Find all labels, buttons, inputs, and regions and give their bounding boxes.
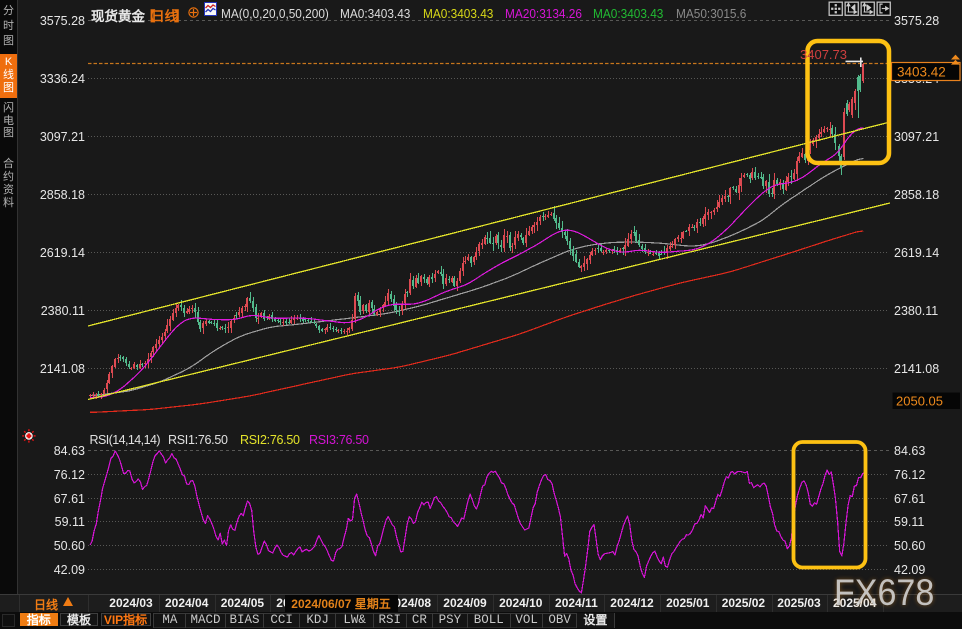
svg-text:76.12: 76.12 xyxy=(54,468,85,482)
svg-text:3097.21: 3097.21 xyxy=(40,130,85,144)
svg-text:2858.18: 2858.18 xyxy=(894,188,939,202)
svg-text:3403.42: 3403.42 xyxy=(897,65,946,80)
svg-text:RSI(14,14,14): RSI(14,14,14) xyxy=(90,433,161,447)
svg-text:2050.05: 2050.05 xyxy=(896,394,943,409)
svg-text:3407.73: 3407.73 xyxy=(800,47,847,62)
svg-text:42.09: 42.09 xyxy=(54,563,85,577)
svg-text:67.61: 67.61 xyxy=(894,492,925,506)
svg-text:50.60: 50.60 xyxy=(894,539,925,553)
svg-text:3336.24: 3336.24 xyxy=(40,72,85,86)
svg-text:2141.08: 2141.08 xyxy=(40,362,85,376)
svg-text:3575.28: 3575.28 xyxy=(894,14,939,28)
svg-text:84.63: 84.63 xyxy=(54,444,85,458)
svg-text:2858.18: 2858.18 xyxy=(40,188,85,202)
svg-text:3575.28: 3575.28 xyxy=(40,14,85,28)
svg-text:3097.21: 3097.21 xyxy=(894,130,939,144)
svg-text:2141.08: 2141.08 xyxy=(894,362,939,376)
svg-text:76.12: 76.12 xyxy=(894,468,925,482)
svg-text:RSI3:76.50: RSI3:76.50 xyxy=(309,433,369,447)
svg-text:2380.11: 2380.11 xyxy=(894,304,938,318)
svg-text:84.63: 84.63 xyxy=(894,444,925,458)
svg-text:50.60: 50.60 xyxy=(54,539,85,553)
svg-text:2619.14: 2619.14 xyxy=(40,246,85,260)
svg-text:2619.14: 2619.14 xyxy=(894,246,939,260)
svg-text:2380.11: 2380.11 xyxy=(41,304,85,318)
svg-text:59.11: 59.11 xyxy=(894,515,924,529)
svg-text:59.11: 59.11 xyxy=(55,515,85,529)
svg-text:RSI2:76.50: RSI2:76.50 xyxy=(240,433,300,447)
svg-text:RSI1:76.50: RSI1:76.50 xyxy=(168,433,228,447)
svg-text:67.61: 67.61 xyxy=(54,492,85,506)
